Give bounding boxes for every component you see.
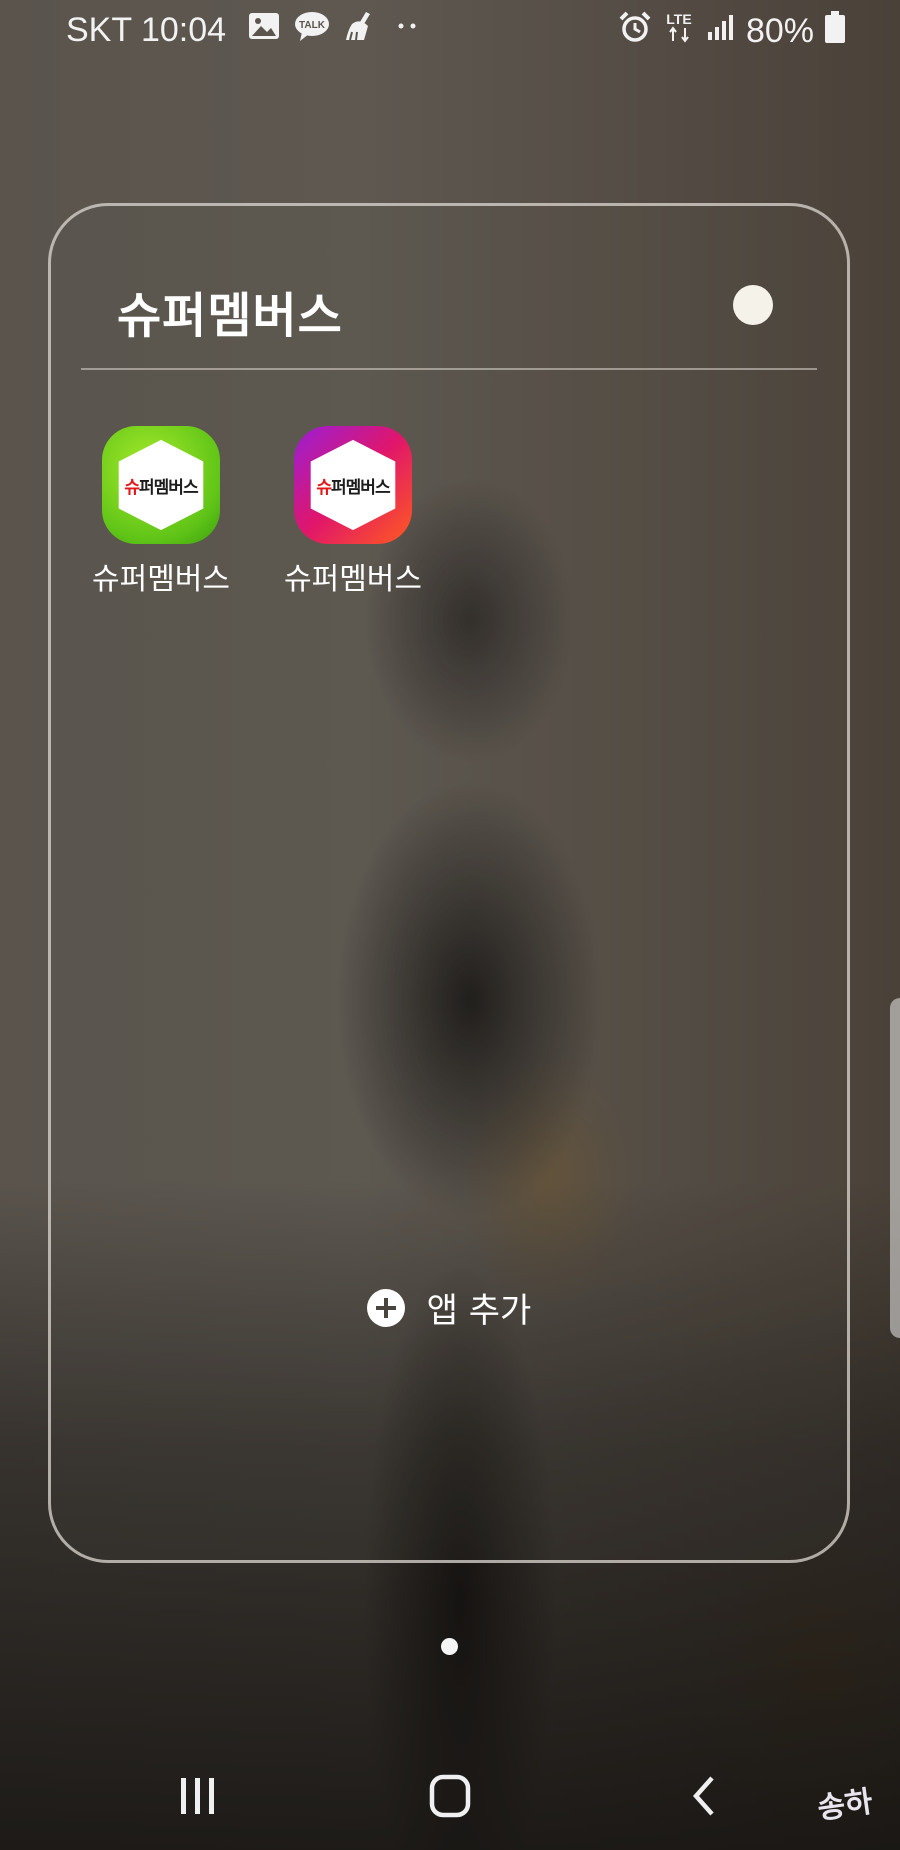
home-icon <box>429 1774 471 1818</box>
app-icon-text: 슈퍼멤버스 <box>124 473 199 498</box>
more-dots-icon <box>392 11 422 50</box>
back-button[interactable] <box>676 1770 732 1822</box>
add-apps-label: 앱 추가 <box>426 1291 532 1331</box>
status-bar-left: SKT 10:04 TALK <box>66 10 422 51</box>
app-icon-text: 슈퍼멤버스 <box>316 473 391 498</box>
app-folder: 슈퍼멤버스 슈퍼멤버스 슈퍼멤버스 슈퍼멤버스 슈퍼멤버스 앱 추가 <box>48 203 850 1563</box>
back-icon <box>692 1776 714 1816</box>
supermembers-green-app-icon[interactable]: 슈퍼멤버스 <box>102 426 220 544</box>
recents-button[interactable] <box>170 1770 226 1822</box>
app-shortcut-supermembers-green[interactable]: 슈퍼멤버스 슈퍼멤버스 <box>81 426 241 598</box>
app-icon-text-accent: 슈 <box>316 477 332 498</box>
lte-icon: LTE <box>662 10 696 53</box>
app-shortcut-supermembers-gradient[interactable]: 슈퍼멤버스 슈퍼멤버스 <box>273 426 433 598</box>
alarm-icon <box>618 10 652 53</box>
folder-color-button[interactable] <box>733 285 773 325</box>
status-bar-right: LTE 80% <box>618 10 846 53</box>
carrier-time: SKT 10:04 <box>66 11 227 49</box>
app-icon-text-rest: 퍼멤버스 <box>331 477 391 498</box>
plus-circle-icon <box>366 1288 405 1327</box>
hexagon-logo: 슈퍼멤버스 <box>310 439 396 531</box>
navigation-bar <box>0 1740 900 1850</box>
hexagon-logo: 슈퍼멤버스 <box>118 439 204 531</box>
app-icon-text-rest: 퍼멤버스 <box>139 477 199 498</box>
home-button[interactable] <box>422 1770 478 1822</box>
edge-panel-handle[interactable] <box>890 998 900 1338</box>
app-label: 슈퍼멤버스 <box>284 562 422 597</box>
supermembers-gradient-app-icon[interactable]: 슈퍼멤버스 <box>294 426 412 544</box>
image-icon <box>248 11 280 50</box>
battery-icon <box>824 10 846 53</box>
cleaner-icon <box>344 10 378 51</box>
signal-icon <box>706 12 736 51</box>
network-type: LTE <box>666 11 691 27</box>
talk-badge: TALK <box>299 20 326 31</box>
recents-icon <box>181 1778 214 1814</box>
folder-divider <box>81 368 817 370</box>
page-indicator-dot <box>441 1638 458 1655</box>
add-apps-button[interactable]: 앱 추가 <box>51 1283 847 1332</box>
battery-percent: 80% <box>745 12 814 50</box>
app-label: 슈퍼멤버스 <box>92 562 230 597</box>
kakaotalk-icon: TALK <box>294 10 330 51</box>
status-bar: SKT 10:04 TALK LTE 80% <box>0 0 900 62</box>
watermark-signature: 송하 <box>815 1784 875 1827</box>
folder-title[interactable]: 슈퍼멤버스 <box>117 276 343 346</box>
app-icon-text-accent: 슈 <box>124 477 140 498</box>
